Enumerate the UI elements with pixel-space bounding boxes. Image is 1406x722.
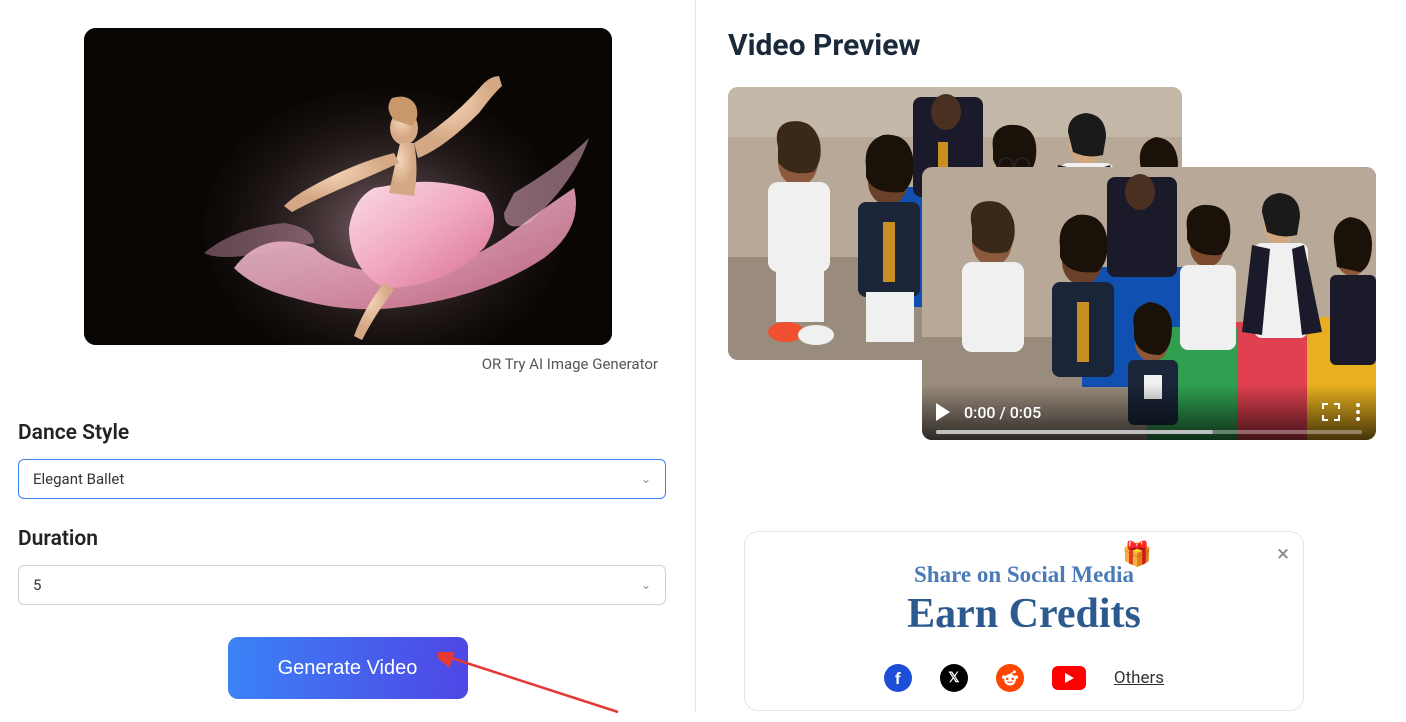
dance-style-value: Elegant Ballet bbox=[33, 470, 124, 488]
dance-style-label: Dance Style bbox=[18, 421, 677, 445]
video-time: 0:00 / 0:05 bbox=[964, 403, 1041, 422]
others-link[interactable]: Others bbox=[1114, 668, 1164, 688]
fullscreen-icon[interactable] bbox=[1322, 403, 1340, 421]
or-try-text: OR Try AI Image Generator bbox=[18, 355, 668, 373]
uploaded-image[interactable] bbox=[84, 28, 612, 345]
facebook-icon[interactable]: f bbox=[884, 664, 912, 692]
dance-style-select[interactable]: Elegant Ballet ⌄ bbox=[18, 459, 666, 499]
video-preview-stack: 0:00 / 0:05 bbox=[728, 87, 1378, 467]
duration-select[interactable]: 5 ⌄ bbox=[18, 565, 666, 605]
video-progress[interactable] bbox=[936, 430, 1362, 434]
earn-credits-title: Earn Credits bbox=[769, 590, 1279, 638]
share-card: × Share on Social Media 🎁 Earn Credits f… bbox=[744, 531, 1304, 711]
play-icon[interactable] bbox=[936, 403, 950, 421]
reddit-icon[interactable] bbox=[996, 664, 1024, 692]
duration-value: 5 bbox=[33, 576, 41, 594]
preview-video-front[interactable]: 0:00 / 0:05 bbox=[922, 167, 1376, 440]
ai-image-generator-link[interactable]: AI Image Generator bbox=[529, 355, 658, 373]
chevron-down-icon: ⌄ bbox=[641, 472, 651, 486]
annotation-arrow bbox=[438, 652, 638, 722]
close-icon[interactable]: × bbox=[1277, 544, 1289, 566]
youtube-icon[interactable] bbox=[1052, 666, 1086, 690]
x-twitter-icon[interactable]: 𝕏 bbox=[940, 664, 968, 692]
generate-video-button[interactable]: Generate Video bbox=[228, 637, 468, 699]
share-title: Share on Social Media 🎁 bbox=[914, 562, 1134, 588]
video-preview-title: Video Preview bbox=[728, 28, 1378, 63]
duration-label: Duration bbox=[18, 527, 677, 551]
more-icon[interactable] bbox=[1354, 401, 1362, 423]
video-controls: 0:00 / 0:05 bbox=[922, 384, 1376, 440]
chevron-down-icon: ⌄ bbox=[641, 578, 651, 592]
gift-icon: 🎁 bbox=[1122, 540, 1152, 569]
